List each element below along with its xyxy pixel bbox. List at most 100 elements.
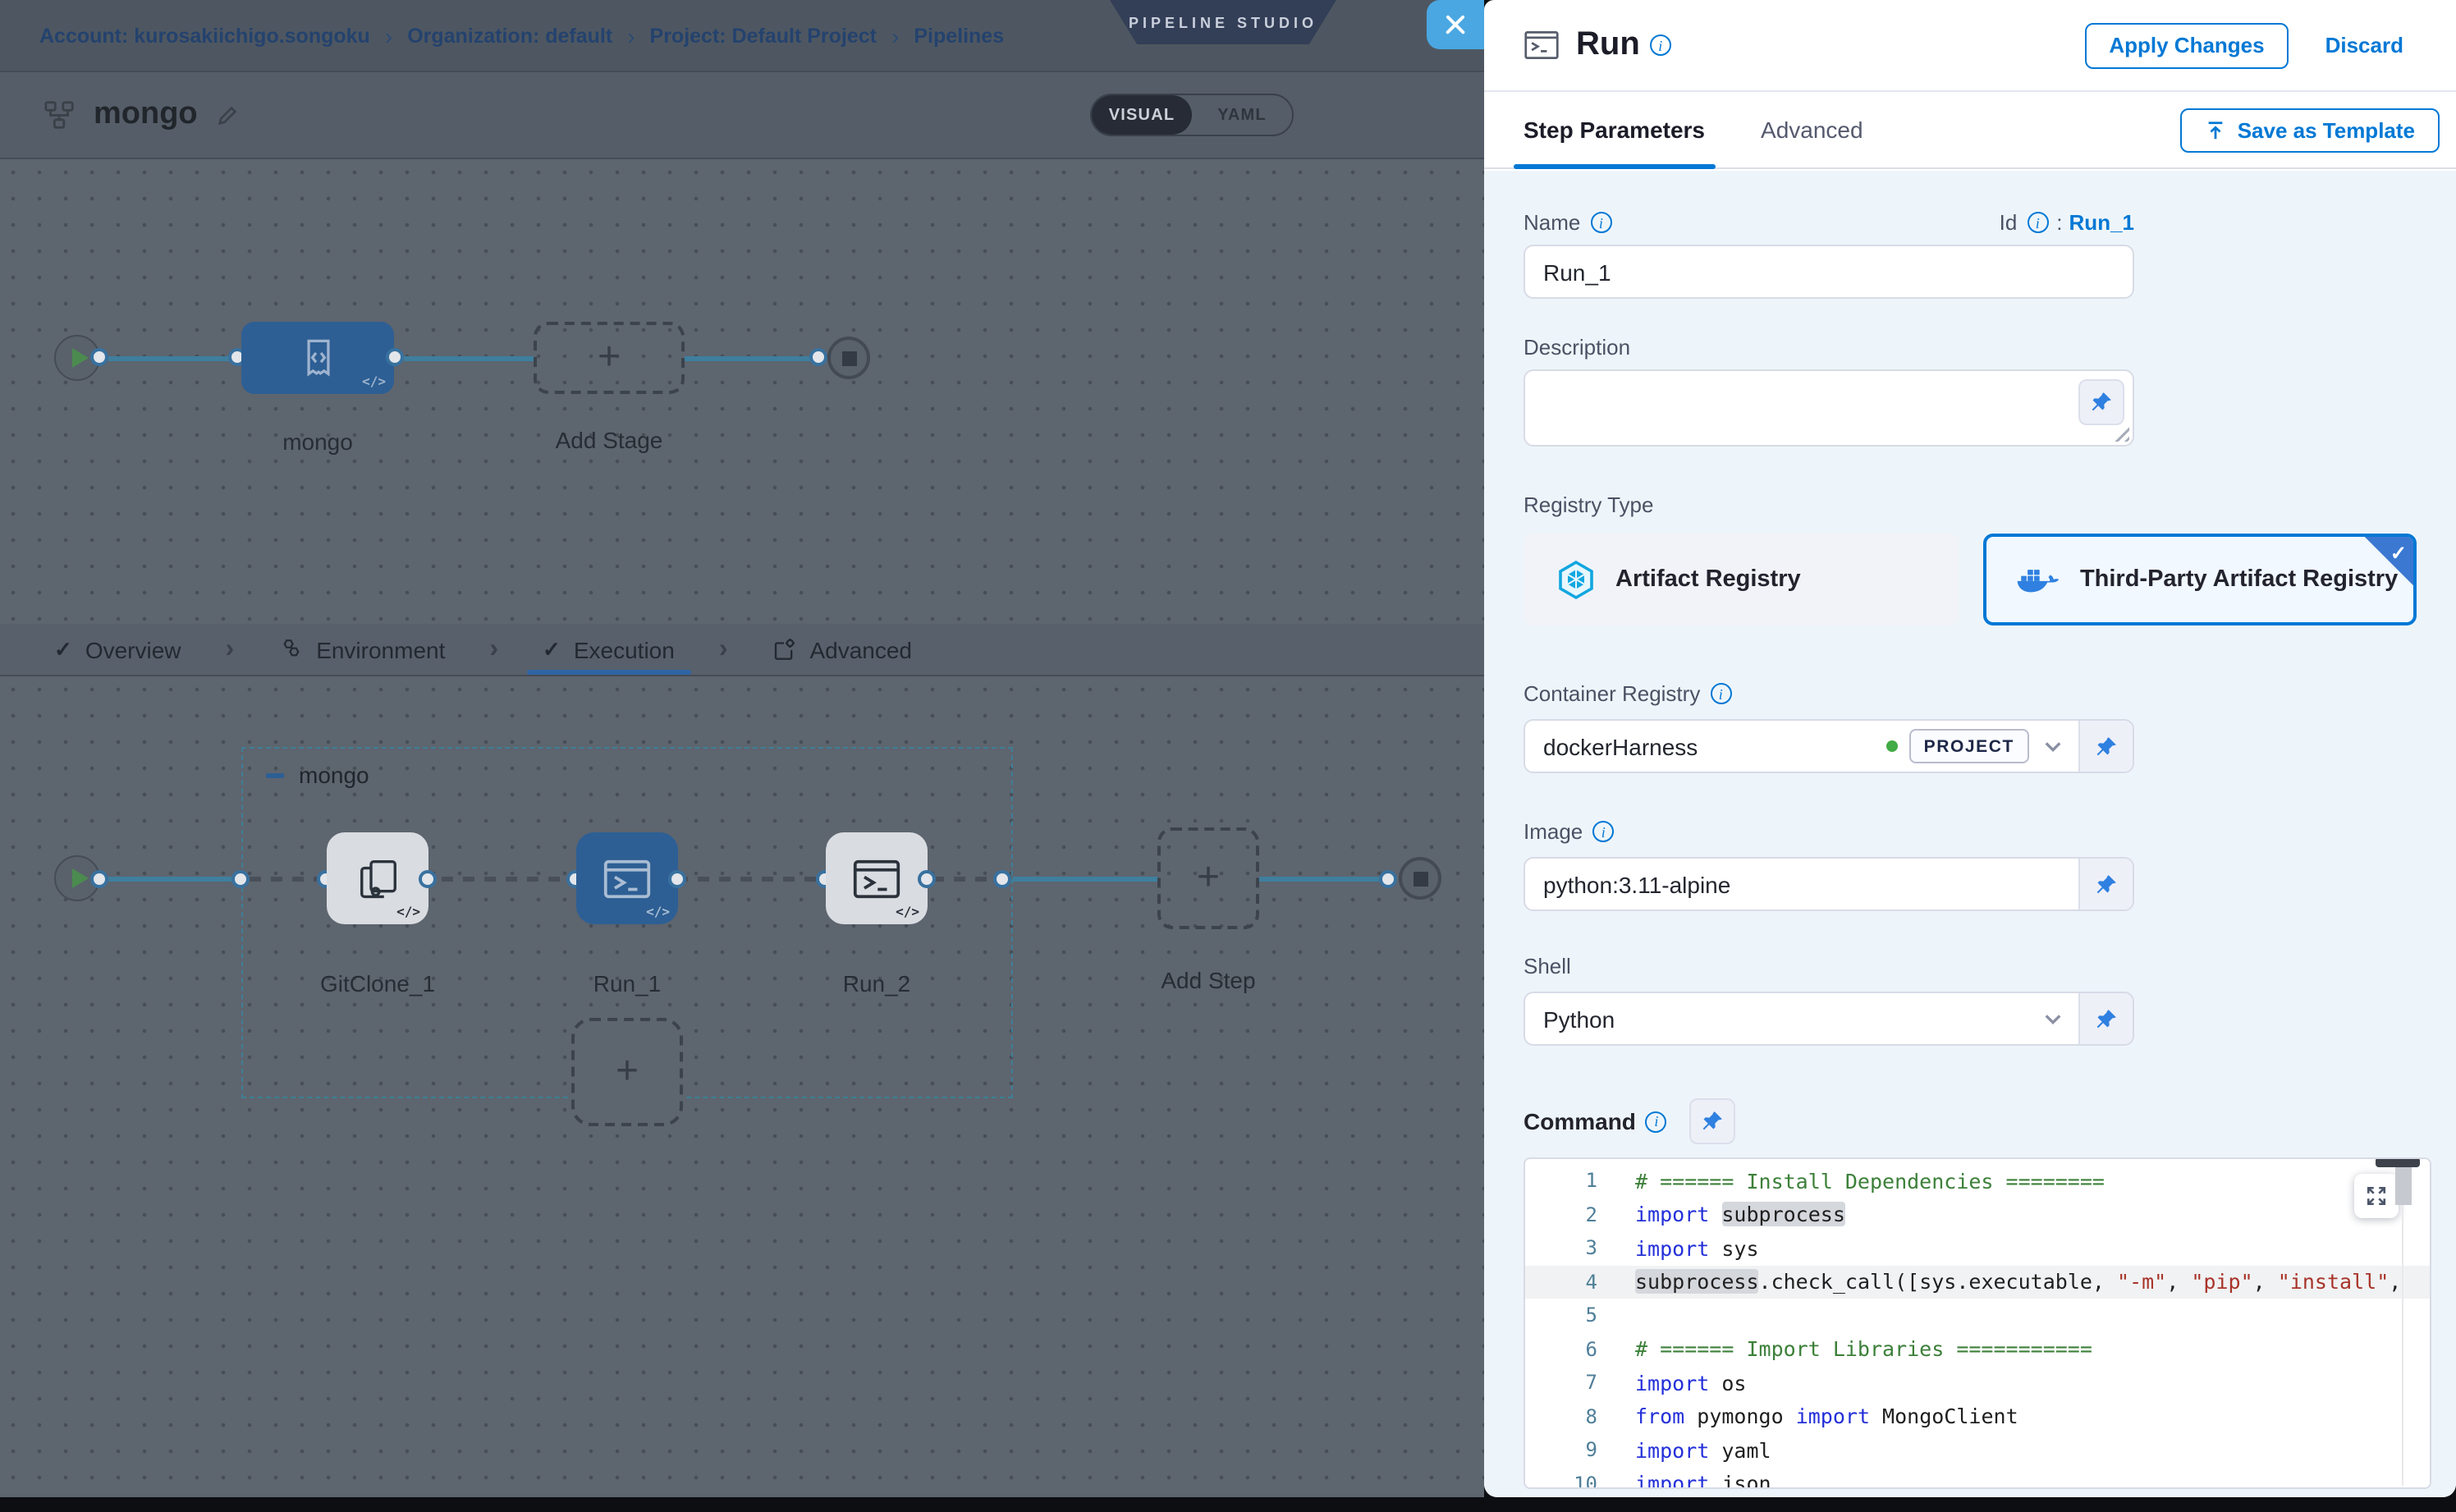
shell-select[interactable]: Python [1524, 992, 2134, 1046]
visual-yaml-toggle[interactable]: VISUAL YAML [1090, 94, 1294, 136]
terminal-icon [1524, 30, 1560, 61]
code-line[interactable]: 6# ====== Import Libraries =========== [1525, 1332, 2430, 1366]
docker-icon [2016, 562, 2060, 597]
code-line[interactable]: 2import subprocess [1525, 1198, 2430, 1231]
apply-changes-button[interactable]: Apply Changes [2084, 22, 2289, 68]
tab-environment[interactable]: Environment [278, 624, 445, 675]
breadcrumb-item[interactable]: Account: kurosakiichigo.songoku [39, 24, 370, 47]
edit-pencil-icon[interactable] [216, 103, 241, 127]
code-line[interactable]: 4subprocess.check_call([sys.executable, … [1525, 1265, 2430, 1299]
info-icon[interactable]: i [1646, 1111, 1667, 1132]
editor-scrollbar-thumb[interactable] [2395, 1162, 2412, 1205]
pin-runtime-input-icon[interactable] [2078, 859, 2133, 909]
editor-scrollbar-track[interactable] [2402, 1161, 2403, 1486]
check-icon: ✓ [2390, 542, 2407, 565]
line-number: 5 [1525, 1304, 1597, 1327]
stage-node-mongo[interactable]: </> [241, 322, 394, 394]
code-badge: </> [896, 905, 919, 919]
collapse-icon[interactable] [266, 772, 284, 777]
container-registry-field[interactable]: dockerHarness PROJECT [1524, 719, 2134, 773]
code-line[interactable]: 10import json [1525, 1467, 2430, 1489]
code-line[interactable]: 8from pymongo import MongoClient [1525, 1400, 2430, 1433]
toggle-yaml[interactable]: YAML [1192, 95, 1292, 135]
code-line[interactable]: 1# ====== Install Dependencies ======== [1525, 1164, 2430, 1198]
stage-group-label[interactable]: mongo [266, 762, 369, 788]
breadcrumb-item[interactable]: Pipelines [914, 24, 1004, 47]
pin-runtime-input-icon[interactable] [1690, 1098, 1736, 1144]
registry-option-label: Artifact Registry [1615, 566, 1801, 593]
advanced-icon [772, 637, 796, 662]
registry-option-third-party[interactable]: Third-Party Artifact Registry ✓ [1983, 534, 2417, 625]
tab-advanced[interactable]: Advanced [772, 624, 912, 675]
command-code-editor[interactable]: 1# ====== Install Dependencies ========2… [1524, 1157, 2431, 1489]
pipeline-studio-app: Account: kurosakiichigo.songoku › Organiza… [0, 0, 2456, 1512]
add-step-node[interactable]: + [1157, 827, 1259, 929]
image-label: Imagei [1524, 819, 2417, 844]
pin-runtime-input-icon[interactable] [2078, 379, 2124, 425]
name-input[interactable] [1524, 245, 2134, 299]
pin-runtime-input-icon[interactable] [2078, 721, 2133, 772]
step-label-run2[interactable]: Run_2 [795, 970, 959, 997]
line-number: 1 [1525, 1170, 1597, 1193]
tab-overview-label: Overview [85, 636, 181, 662]
code-badge: </> [396, 905, 420, 919]
play-icon [71, 868, 88, 888]
resize-handle[interactable] [2115, 427, 2129, 442]
pipeline-studio-badge: PIPELINE STUDIO [1110, 0, 1336, 44]
registry-option-artifact[interactable]: Artifact Registry [1524, 534, 1959, 625]
tab-step-parameters[interactable]: Step Parameters [1524, 92, 1705, 167]
chevron-down-icon[interactable] [2044, 1012, 2062, 1025]
chevron-right-icon: › [719, 635, 728, 664]
group-label-text: mongo [299, 762, 369, 788]
info-icon[interactable]: i [1650, 34, 1671, 56]
line-content: import yaml [1597, 1438, 1771, 1463]
step-node-gitclone[interactable]: </> [327, 832, 428, 924]
add-parallel-step-node[interactable]: + [571, 1018, 683, 1126]
tab-advanced-panel[interactable]: Advanced [1761, 92, 1863, 167]
line-number: 2 [1525, 1203, 1597, 1226]
code-line[interactable]: 3import sys [1525, 1231, 2430, 1265]
add-stage-label[interactable]: Add Stage [534, 427, 685, 453]
panel-header: Run i Apply Changes Discard [1484, 0, 2456, 92]
step-label-run1[interactable]: Run_1 [545, 970, 709, 997]
line-number: 6 [1525, 1338, 1597, 1361]
info-icon[interactable]: i [2027, 212, 2048, 233]
registry-option-label: Third-Party Artifact Registry [2080, 566, 2398, 593]
id-value[interactable]: Run_1 [2069, 210, 2134, 235]
code-line[interactable]: 5 [1525, 1299, 2430, 1332]
discard-button[interactable]: Discard [2325, 33, 2403, 57]
chevron-down-icon[interactable] [2044, 740, 2062, 753]
save-as-template-button[interactable]: Save as Template [2180, 108, 2440, 153]
code-line[interactable]: 9import yaml [1525, 1433, 2430, 1467]
toggle-visual[interactable]: VISUAL [1092, 95, 1192, 135]
description-textarea[interactable] [1524, 369, 2134, 447]
breadcrumb-item[interactable]: Project: Default Project [650, 24, 877, 47]
close-panel-button[interactable] [1427, 0, 1484, 49]
image-field[interactable]: python:3.11-alpine [1524, 857, 2134, 911]
editor-scroll-marker[interactable] [2376, 1157, 2420, 1167]
info-icon[interactable]: i [1710, 683, 1731, 704]
pin-runtime-input-icon[interactable] [2078, 993, 2133, 1044]
code-line[interactable]: 7import os [1525, 1366, 2430, 1400]
add-step-label[interactable]: Add Step [1126, 967, 1290, 993]
pipeline-graph-icon [43, 98, 77, 132]
breadcrumb: Account: kurosakiichigo.songoku›Organiza… [39, 22, 1004, 48]
line-number: 3 [1525, 1237, 1597, 1260]
tab-overview[interactable]: ✓ Overview [54, 624, 181, 675]
upload-icon [2205, 120, 2226, 141]
stage-label[interactable]: mongo [241, 428, 394, 455]
tab-execution[interactable]: ✓ Execution [543, 624, 675, 675]
code-badge: </> [362, 374, 386, 389]
stage-section-tabs: ✓ Overview › Environment › ✓ Execution › [0, 624, 1484, 676]
step-node-run1-selected[interactable]: </> [576, 832, 678, 924]
expand-editor-button[interactable] [2354, 1174, 2399, 1218]
shell-value: Python [1543, 1006, 2029, 1032]
breadcrumb-item[interactable]: Organization: default [407, 24, 612, 47]
step-node-run2[interactable]: </> [826, 832, 928, 924]
container-registry-value: dockerHarness [1543, 733, 1886, 759]
add-stage-node[interactable]: + [534, 322, 685, 394]
info-icon[interactable]: i [1590, 212, 1611, 233]
check-icon: ✓ [543, 636, 561, 662]
info-icon[interactable]: i [1592, 821, 1614, 842]
step-label-gitclone[interactable]: GitClone_1 [296, 970, 460, 997]
